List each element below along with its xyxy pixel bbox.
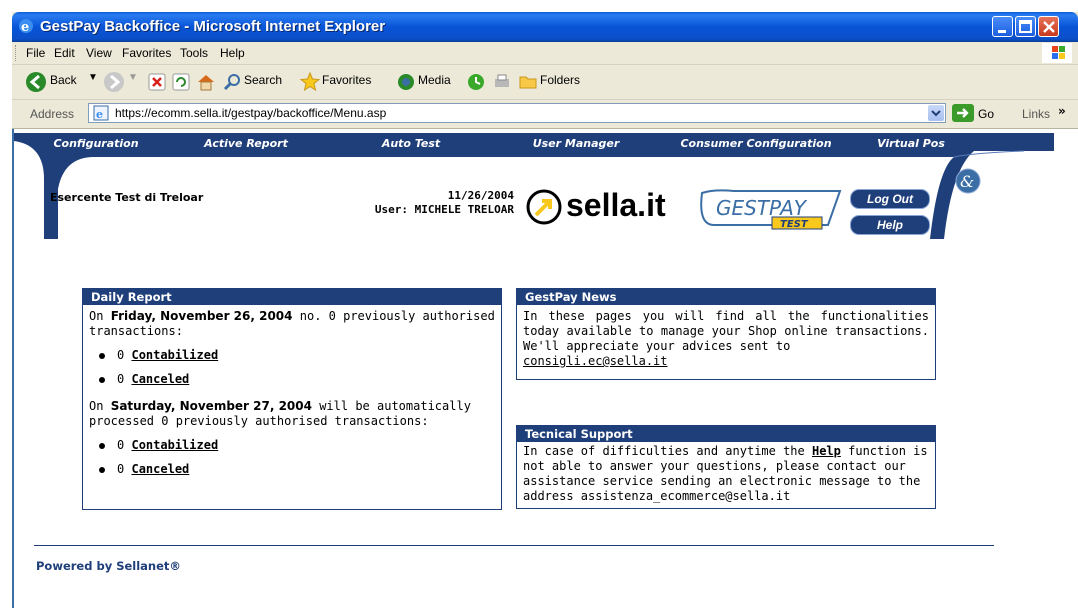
go-arrow-icon[interactable] [952, 104, 974, 122]
nav-virtual-pos[interactable]: Virtual Pos [856, 135, 966, 153]
menu-grip [15, 45, 19, 61]
favorites-button[interactable]: Favorites [322, 73, 371, 87]
current-date: 11/26/2004 [447, 189, 514, 202]
daily-report-line2: On Saturday, November 27, 2004 will be a… [89, 399, 471, 428]
address-bar: Address e https://ecomm.sella.it/gestpay… [12, 100, 1078, 129]
sella-arrow-icon [526, 189, 562, 225]
menu-bar: File Edit View Favorites Tools Help [12, 42, 1078, 65]
canceled-link[interactable]: Canceled [131, 372, 189, 387]
maximize-icon [1019, 20, 1032, 33]
session-info: 11/26/2004 User: MICHELE TRELOAR [344, 189, 514, 217]
favorites-star-icon[interactable] [300, 72, 320, 92]
menu-help[interactable]: Help [220, 46, 245, 60]
menu-edit[interactable]: Edit [54, 46, 75, 60]
search-button[interactable]: Search [244, 73, 282, 87]
back-dropdown-icon[interactable]: ▼ [88, 72, 98, 83]
folders-icon[interactable] [518, 72, 538, 92]
page-content: & Configuration Active Report Auto Test … [12, 129, 1078, 608]
svg-text:GESTPAY: GESTPAY [716, 196, 808, 220]
contabilized-link[interactable]: Contabilized [131, 348, 218, 363]
list-item: 0 Contabilized [99, 438, 495, 453]
menu-favorites[interactable]: Favorites [122, 46, 171, 60]
menu-file[interactable]: File [26, 46, 45, 60]
news-email-link[interactable]: consigli.ec@sella.it [523, 354, 668, 368]
refresh-icon[interactable] [172, 73, 190, 91]
stop-icon[interactable] [148, 73, 166, 91]
logout-button[interactable]: Log Out [850, 189, 930, 209]
close-icon [1043, 21, 1055, 33]
windows-logo-icon [1042, 43, 1072, 63]
folders-button[interactable]: Folders [540, 73, 580, 87]
gestpay-logo: GESTPAY TEST [700, 189, 842, 230]
history-icon[interactable] [466, 72, 486, 92]
svg-text:&: & [960, 172, 974, 191]
list-item: 0 Canceled [99, 462, 495, 477]
go-button[interactable]: Go [978, 107, 994, 121]
browser-window: e GestPay Backoffice - Microsoft Interne… [12, 12, 1078, 608]
back-button[interactable]: Back [50, 73, 77, 87]
page-icon: e [93, 105, 109, 121]
gestpay-news-panel: GestPay News In these pages you will fin… [516, 288, 936, 380]
technical-support-panel: Tecnical Support In case of difficulties… [516, 425, 936, 509]
technical-support-body: In case of difficulties and anytime the … [523, 444, 928, 503]
window-title: GestPay Backoffice - Microsoft Internet … [40, 18, 386, 35]
sella-logo: sella.it [566, 187, 666, 223]
toolbar-overflow-icon[interactable]: » [1058, 104, 1066, 118]
home-icon[interactable] [196, 72, 216, 92]
back-arrow-icon[interactable] [26, 72, 46, 92]
address-url: https://ecomm.sella.it/gestpay/backoffic… [115, 106, 387, 120]
nav-configuration[interactable]: Configuration [36, 135, 156, 153]
search-icon[interactable] [222, 72, 242, 92]
nav-auto-test[interactable]: Auto Test [336, 135, 486, 153]
merchant-name: Esercente Test di Treloar [50, 191, 204, 204]
nav-consumer-configuration[interactable]: Consumer Configuration [666, 135, 846, 153]
list-item: 0 Contabilized [99, 348, 495, 363]
contabilized-link[interactable]: Contabilized [131, 438, 218, 453]
forward-arrow-icon[interactable] [104, 72, 124, 92]
media-button[interactable]: Media [418, 73, 451, 87]
menu-tools[interactable]: Tools [180, 46, 208, 60]
gestpay-news-body: In these pages you will find all the fun… [517, 305, 935, 373]
media-icon[interactable] [396, 72, 416, 92]
address-input[interactable]: e https://ecomm.sella.it/gestpay/backoff… [88, 103, 946, 123]
forward-dropdown-icon[interactable]: ▼ [128, 72, 138, 83]
svg-text:TEST: TEST [780, 219, 809, 230]
powered-by: Powered by Sellanet® [36, 559, 181, 573]
menu-view[interactable]: View [86, 46, 112, 60]
technical-support-title: Tecnical Support [517, 426, 935, 442]
news-text: In these pages you will find all the fun… [523, 309, 929, 353]
close-button[interactable] [1038, 16, 1059, 37]
nav-bar: Configuration Active Report Auto Test Us… [16, 135, 1052, 153]
svg-text:e: e [96, 108, 103, 121]
maximize-button[interactable] [1015, 16, 1036, 37]
daily-report-title: Daily Report [83, 289, 501, 305]
canceled-link[interactable]: Canceled [131, 462, 189, 477]
daily-report-body: On Friday, November 26, 2004 no. 0 previ… [83, 305, 501, 490]
title-bar: e GestPay Backoffice - Microsoft Interne… [12, 12, 1078, 42]
footer-divider [34, 545, 994, 546]
current-user: User: MICHELE TRELOAR [374, 203, 514, 216]
standard-toolbar: Back ▼ ▼ Search Favorites Media Folders [12, 65, 1078, 100]
daily-report-line1: On Friday, November 26, 2004 no. 0 previ… [89, 309, 495, 338]
print-icon[interactable] [492, 72, 512, 92]
help-link[interactable]: Help [812, 444, 841, 458]
address-dropdown-icon[interactable] [928, 105, 944, 121]
gestpay-news-title: GestPay News [517, 289, 935, 305]
internet-explorer-icon: e [19, 19, 33, 35]
links-button[interactable]: Links [1022, 107, 1050, 121]
minimize-button[interactable] [992, 16, 1013, 37]
nav-active-report[interactable]: Active Report [176, 135, 316, 153]
address-label: Address [30, 107, 75, 121]
daily-report-panel: Daily Report On Friday, November 26, 200… [82, 288, 502, 510]
minimize-icon [998, 30, 1006, 33]
svg-text:e: e [21, 20, 29, 35]
help-button[interactable]: Help [850, 215, 930, 235]
nav-user-manager[interactable]: User Manager [506, 135, 646, 153]
list-item: 0 Canceled [99, 372, 495, 387]
